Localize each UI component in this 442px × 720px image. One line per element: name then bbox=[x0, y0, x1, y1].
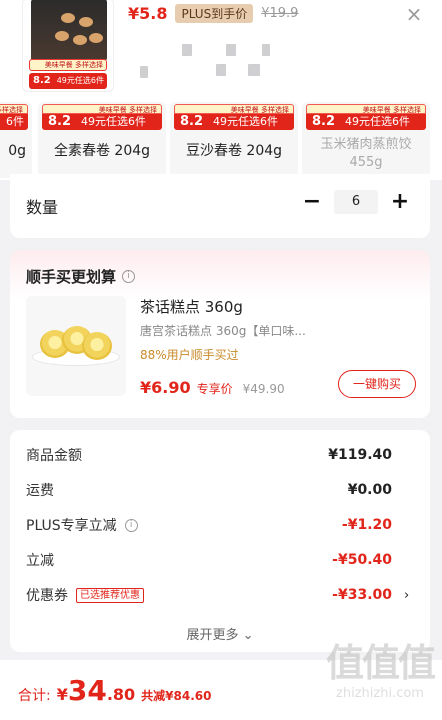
watermark-logo: 值值值 bbox=[325, 641, 436, 685]
recommend-title: 顺手买更划算 i bbox=[26, 266, 136, 287]
thumbnail-promo-text: 49元任选6件 bbox=[56, 76, 104, 85]
price-row-value: -¥1.20 bbox=[341, 517, 392, 533]
blurred-text bbox=[262, 44, 270, 56]
quantity-stepper: − 6 + bbox=[300, 190, 412, 214]
total-saved: 共减¥84.60 bbox=[141, 689, 212, 703]
variant-promo-bottom: 8.2 49元任选6件 bbox=[42, 114, 162, 130]
product-thumbnail: 美味早餐 多样选择 8.2 49元任选6件 bbox=[22, 0, 114, 92]
price-row-value: -¥33.00 bbox=[332, 587, 392, 603]
variant-promo-banner: 美味早餐 多样选择 8.2 49元任选6件 bbox=[174, 104, 294, 130]
thumbnail-promo-price: 8.2 bbox=[33, 75, 51, 86]
variant-promo-banner: 美味早餐 多样选择 8.2 49元任选6件 bbox=[42, 104, 162, 130]
variant-chip[interactable]: 美味早餐 多样选择 8.2 49元任选6件 全素春卷 204g bbox=[38, 102, 166, 178]
info-icon[interactable]: i bbox=[122, 270, 136, 283]
variant-promo-bottom: 8.2 49元任选6件 bbox=[174, 114, 294, 130]
variant-name: 玉米猪肉蒸煎饺 455g bbox=[320, 137, 412, 170]
price-row-label: 优惠券 已选推荐优惠 bbox=[26, 585, 144, 605]
variant-promo-banner: 美味早餐 多样选择 8.2 49元任选6件 bbox=[306, 104, 426, 130]
total-decimal: .80 bbox=[106, 685, 136, 704]
recommend-price-tag: 专享价 bbox=[196, 382, 233, 396]
recommend-product-name[interactable]: 茶话糕点 360g bbox=[140, 296, 243, 317]
total-price: 合计: ¥ 34 .80 共减¥84.60 bbox=[18, 674, 211, 707]
price-row-coupon[interactable]: 优惠券 已选推荐优惠 -¥33.00 › bbox=[26, 584, 414, 606]
price-row-label: 立减 bbox=[26, 553, 54, 569]
total-label: 合计: bbox=[18, 688, 51, 704]
watermark-url: zhizhizhi.com bbox=[336, 686, 424, 701]
coupon-tag: 已选推荐优惠 bbox=[76, 587, 144, 603]
watermark: 值值值 zhizhizhi.com bbox=[325, 640, 436, 701]
variant-promo-price: 8.2 bbox=[48, 114, 72, 129]
variant-promo-top: 美味早餐 多样选择 bbox=[306, 104, 426, 114]
quantity-label: 数量 bbox=[26, 198, 59, 217]
recommend-rate-text: 88%用户顺手买过 bbox=[140, 348, 239, 362]
plus-price-tag: PLUS到手价 bbox=[175, 3, 254, 23]
chevron-right-icon[interactable]: › bbox=[404, 588, 414, 603]
variant-promo-bottom: 6件 bbox=[0, 114, 28, 130]
price-row-label: 运费 bbox=[26, 483, 54, 499]
price-row-label: PLUS专享立减 i bbox=[26, 515, 138, 535]
variant-promo-top: 美味早餐 多样选择 bbox=[174, 104, 294, 114]
price-row-shipping: 运费 ¥0.00 bbox=[26, 479, 414, 501]
variant-promo-text: 49元任选6件 bbox=[81, 115, 147, 128]
total-currency: ¥ bbox=[56, 685, 68, 704]
price-row-value: -¥50.40 bbox=[332, 552, 392, 568]
blurred-text bbox=[182, 44, 192, 56]
blurred-text bbox=[248, 64, 260, 76]
original-price: ¥19.9 bbox=[261, 5, 299, 21]
total-integer: 34 bbox=[67, 674, 107, 707]
recommend-product-desc: 唐宫茶话糕点 360g【单口味... bbox=[140, 324, 306, 338]
price-row-goods: 商品金额 ¥119.40 bbox=[26, 444, 414, 466]
price-line: ¥5.8 PLUS到手价 ¥19.9 bbox=[128, 2, 298, 24]
price-row-plus-discount: PLUS专享立减 i -¥1.20 bbox=[26, 514, 414, 536]
recommend-price-line: ¥6.90 专享价 ¥49.90 bbox=[140, 378, 285, 397]
price-row-instant-discount: 立减 -¥50.40 bbox=[26, 549, 414, 571]
variant-name: 全素春卷 204g bbox=[53, 143, 151, 159]
price-row-value: ¥119.40 bbox=[328, 447, 392, 463]
thumbnail-promo-strip: 美味早餐 多样选择 bbox=[29, 59, 107, 71]
price-detail-card: 商品金额 ¥119.40 运费 ¥0.00 PLUS专享立减 i -¥1.20 立… bbox=[10, 430, 430, 652]
variant-selector: 美味早餐 多样选择 6件 0g 美味早餐 多样选择 8.2 49元任选6件 全素春… bbox=[0, 98, 442, 180]
current-price: ¥5.8 bbox=[128, 3, 168, 23]
variant-promo-top: 美味早餐 多样选择 bbox=[42, 104, 162, 114]
recommend-price: ¥6.90 bbox=[140, 378, 191, 397]
quantity-input[interactable]: 6 bbox=[334, 190, 378, 214]
info-icon[interactable]: i bbox=[124, 518, 138, 532]
plus-discount-label: PLUS专享立减 bbox=[26, 518, 117, 534]
variant-promo-top: 美味早餐 多样选择 bbox=[0, 104, 28, 114]
product-header: 美味早餐 多样选择 8.2 49元任选6件 ¥5.8 PLUS到手价 ¥19.9 … bbox=[0, 0, 442, 98]
variant-promo-text: 49元任选6件 bbox=[345, 115, 411, 128]
close-icon[interactable]: × bbox=[404, 4, 424, 24]
coupon-label: 优惠券 bbox=[26, 588, 68, 604]
variant-name: 0g bbox=[8, 143, 26, 159]
variant-chip[interactable]: 美味早餐 多样选择 6件 0g bbox=[0, 102, 32, 178]
recommend-original-price: ¥49.90 bbox=[242, 382, 285, 396]
variant-promo-price: 8.2 bbox=[180, 114, 204, 129]
variant-promo-text: 6件 bbox=[6, 115, 24, 128]
variant-promo-text: 49元任选6件 bbox=[213, 115, 279, 128]
thumbnail-promo-bar: 8.2 49元任选6件 bbox=[29, 73, 107, 89]
blurred-text bbox=[216, 64, 226, 76]
one-click-buy-button[interactable]: 一键购买 bbox=[338, 370, 416, 398]
variant-name: 豆沙春卷 204g bbox=[185, 143, 283, 159]
price-row-value: ¥0.00 bbox=[347, 482, 392, 498]
variant-chip-disabled[interactable]: 美味早餐 多样选择 8.2 49元任选6件 玉米猪肉蒸煎饺 455g bbox=[302, 102, 430, 178]
recommend-title-text: 顺手买更划算 bbox=[26, 268, 117, 286]
variant-promo-banner: 美味早餐 多样选择 6件 bbox=[0, 104, 28, 130]
variant-chip[interactable]: 美味早餐 多样选择 8.2 49元任选6件 豆沙春卷 204g bbox=[170, 102, 298, 178]
blurred-text bbox=[140, 66, 148, 78]
blurred-text bbox=[226, 44, 236, 56]
quantity-card: 数量 − 6 + bbox=[10, 174, 430, 238]
price-row-label: 商品金额 bbox=[26, 448, 82, 464]
package-image bbox=[31, 0, 107, 61]
variant-promo-bottom: 8.2 49元任选6件 bbox=[306, 114, 426, 130]
recommend-product-image[interactable] bbox=[26, 296, 126, 396]
plus-button[interactable]: + bbox=[388, 190, 412, 214]
variant-promo-price: 8.2 bbox=[312, 114, 336, 129]
minus-button[interactable]: − bbox=[300, 190, 324, 214]
recommend-card: 顺手买更划算 i 茶话糕点 360g 唐宫茶话糕点 360g【单口味... 88… bbox=[10, 250, 430, 418]
